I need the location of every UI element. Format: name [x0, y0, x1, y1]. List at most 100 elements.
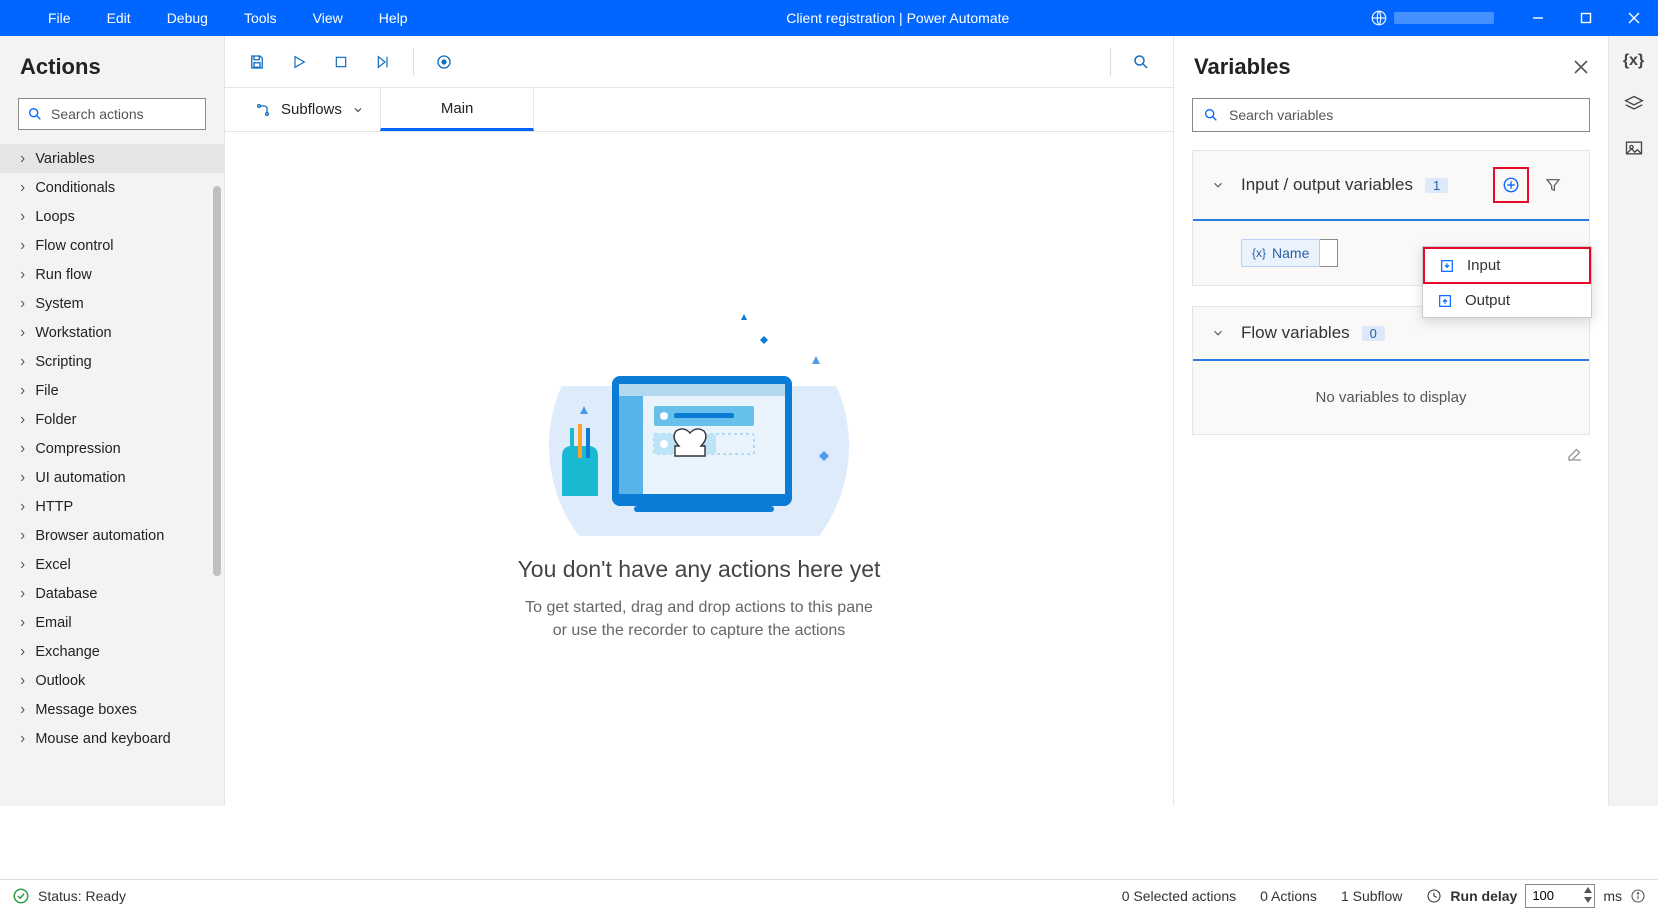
actions-heading: Actions: [0, 36, 224, 98]
scrollbar-thumb[interactable]: [213, 186, 221, 576]
menu-view[interactable]: View: [295, 2, 361, 34]
toolbar: [225, 36, 1173, 88]
chevron-right-icon: [20, 440, 25, 458]
action-category-email[interactable]: Email: [0, 608, 224, 637]
chevron-right-icon: [20, 150, 25, 168]
add-variable-button[interactable]: [1493, 167, 1529, 203]
status-rundelay-label: Run delay: [1450, 888, 1517, 904]
action-category-excel[interactable]: Excel: [0, 550, 224, 579]
variables-search[interactable]: Search variables: [1192, 98, 1590, 132]
save-button[interactable]: [239, 44, 275, 80]
flow-canvas[interactable]: You don't have any actions here yet To g…: [225, 132, 1173, 806]
step-button[interactable]: [365, 44, 401, 80]
status-actions: 0 Actions: [1260, 888, 1317, 904]
run-button[interactable]: [281, 44, 317, 80]
info-icon[interactable]: [1630, 888, 1646, 904]
action-category-outlook[interactable]: Outlook: [0, 666, 224, 695]
chevron-right-icon: [20, 585, 25, 603]
action-category-scripting[interactable]: Scripting: [0, 347, 224, 376]
clear-variables-button[interactable]: [1566, 445, 1584, 463]
close-variables-button[interactable]: [1574, 60, 1588, 74]
chevron-right-icon: [20, 266, 25, 284]
menu-debug[interactable]: Debug: [149, 2, 226, 34]
actions-panel: Actions Search actions VariablesConditio…: [0, 36, 225, 806]
chevron-right-icon: [20, 556, 25, 574]
chevron-right-icon: [20, 614, 25, 632]
search-flow-button[interactable]: [1123, 44, 1159, 80]
window-title: Client registration | Power Automate: [426, 10, 1370, 26]
record-button[interactable]: [426, 44, 462, 80]
actions-search-placeholder: Search actions: [51, 106, 144, 122]
action-category-file[interactable]: File: [0, 376, 224, 405]
flow-variables-section: Flow variables 0 No variables to display: [1192, 306, 1590, 435]
filter-variables-button[interactable]: [1535, 167, 1571, 203]
spinner-down[interactable]: [1583, 895, 1593, 905]
action-category-database[interactable]: Database: [0, 579, 224, 608]
chevron-right-icon: [20, 672, 25, 690]
flow-variables-heading: Flow variables: [1241, 323, 1350, 343]
chevron-right-icon: [20, 324, 25, 342]
variables-search-placeholder: Search variables: [1229, 107, 1333, 123]
close-button[interactable]: [1610, 0, 1658, 36]
action-category-ui-automation[interactable]: UI automation: [0, 463, 224, 492]
action-category-compression[interactable]: Compression: [0, 434, 224, 463]
action-category-conditionals[interactable]: Conditionals: [0, 173, 224, 202]
action-category-flow-control[interactable]: Flow control: [0, 231, 224, 260]
dropdown-option-input[interactable]: Input: [1423, 247, 1591, 284]
account-indicator[interactable]: [1370, 9, 1494, 27]
chevron-right-icon: [20, 701, 25, 719]
tabs-bar: Subflows Main: [225, 88, 1173, 132]
chevron-right-icon: [20, 208, 25, 226]
actions-tree: VariablesConditionalsLoopsFlow controlRu…: [0, 144, 224, 806]
chevron-right-icon: [20, 469, 25, 487]
window-controls: [1370, 0, 1658, 36]
chevron-right-icon: [20, 179, 25, 197]
chevron-right-icon: [20, 237, 25, 255]
action-category-system[interactable]: System: [0, 289, 224, 318]
center-area: Subflows Main: [225, 36, 1174, 806]
status-ok-icon: [12, 887, 30, 905]
stop-button[interactable]: [323, 44, 359, 80]
action-category-message-boxes[interactable]: Message boxes: [0, 695, 224, 724]
action-category-run-flow[interactable]: Run flow: [0, 260, 224, 289]
chevron-right-icon: [20, 411, 25, 429]
menu-tools[interactable]: Tools: [226, 2, 295, 34]
menu-bar: File Edit Debug Tools View Help: [0, 2, 426, 34]
flow-variables-count: 0: [1362, 326, 1385, 341]
variable-chip-name[interactable]: {x} Name: [1241, 239, 1320, 267]
chevron-right-icon: [20, 295, 25, 313]
rail-layers-icon[interactable]: [1624, 94, 1644, 114]
action-category-workstation[interactable]: Workstation: [0, 318, 224, 347]
status-subflows: 1 Subflow: [1341, 888, 1402, 904]
menu-edit[interactable]: Edit: [89, 2, 149, 34]
right-rail: {x}: [1608, 36, 1658, 806]
status-selected: 0 Selected actions: [1122, 888, 1236, 904]
menu-file[interactable]: File: [30, 2, 89, 34]
action-category-browser-automation[interactable]: Browser automation: [0, 521, 224, 550]
menu-help[interactable]: Help: [361, 2, 426, 34]
variables-heading: Variables: [1194, 54, 1291, 80]
action-category-exchange[interactable]: Exchange: [0, 637, 224, 666]
action-category-folder[interactable]: Folder: [0, 405, 224, 434]
minimize-button[interactable]: [1514, 0, 1562, 36]
rail-images-icon[interactable]: [1624, 138, 1644, 158]
status-ms: ms: [1603, 888, 1622, 904]
subflows-dropdown[interactable]: Subflows: [239, 88, 380, 131]
chevron-right-icon: [20, 353, 25, 371]
io-variables-heading: Input / output variables: [1241, 175, 1413, 195]
action-category-variables[interactable]: Variables: [0, 144, 224, 173]
actions-search[interactable]: Search actions: [18, 98, 206, 130]
chevron-right-icon: [20, 382, 25, 400]
tab-main[interactable]: Main: [380, 88, 535, 131]
action-category-mouse-and-keyboard[interactable]: Mouse and keyboard: [0, 724, 224, 753]
status-bar: Status: Ready 0 Selected actions 0 Actio…: [0, 879, 1658, 911]
variables-panel: Variables Search variables Input / outpu…: [1174, 36, 1608, 806]
action-category-http[interactable]: HTTP: [0, 492, 224, 521]
chevron-right-icon: [20, 643, 25, 661]
maximize-button[interactable]: [1562, 0, 1610, 36]
empty-heading: You don't have any actions here yet: [518, 556, 881, 583]
spinner-up[interactable]: [1583, 885, 1593, 895]
rail-variables-icon[interactable]: {x}: [1623, 52, 1644, 70]
action-category-loops[interactable]: Loops: [0, 202, 224, 231]
dropdown-option-output[interactable]: Output: [1423, 284, 1591, 317]
